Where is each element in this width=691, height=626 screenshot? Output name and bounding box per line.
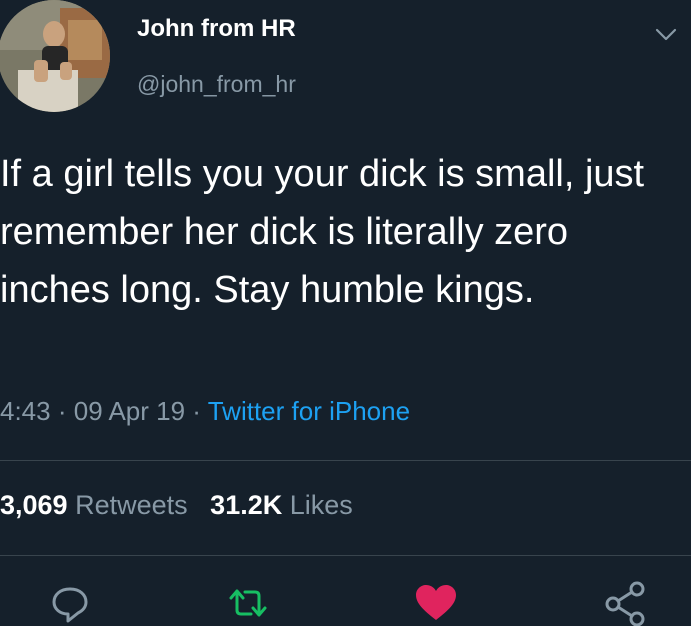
meta-separator: ·	[192, 396, 201, 426]
heart-icon[interactable]	[413, 580, 459, 626]
tweet-source-link[interactable]: Twitter for iPhone	[208, 396, 410, 426]
retweets-count: 3,069	[0, 490, 68, 520]
retweets-stat[interactable]: 3,069 Retweets	[0, 490, 188, 520]
author-display-name[interactable]: John from HR	[137, 15, 296, 43]
tweet-card: John from HR @john_from_hr If a girl tel…	[0, 0, 691, 626]
reply-icon[interactable]	[47, 580, 93, 626]
tweet-date[interactable]: 09 Apr 19	[74, 396, 185, 426]
tweet-text: If a girl tells you your dick is small, …	[0, 153, 645, 311]
action-bar	[0, 580, 691, 626]
divider	[0, 555, 691, 556]
avatar-photo	[0, 0, 110, 112]
likes-stat[interactable]: 31.2K Likes	[210, 490, 353, 520]
meta-separator: ·	[57, 396, 67, 426]
tweet-header: John from HR @john_from_hr	[0, 0, 691, 120]
tweet-stats: 3,069 Retweets 31.2K Likes	[0, 490, 353, 521]
share-icon[interactable]	[603, 580, 649, 626]
likes-label: Likes	[289, 490, 353, 520]
avatar[interactable]	[0, 0, 110, 112]
retweet-icon[interactable]	[225, 580, 271, 626]
chevron-down-icon[interactable]	[654, 22, 678, 46]
tweet-time[interactable]: 4:43	[0, 396, 51, 426]
retweets-label: Retweets	[75, 490, 188, 520]
likes-count: 31.2K	[210, 490, 283, 520]
tweet-meta: 4:43 · 09 Apr 19 · Twitter for iPhone	[0, 396, 410, 427]
divider	[0, 460, 691, 461]
author-handle[interactable]: @john_from_hr	[137, 71, 296, 98]
